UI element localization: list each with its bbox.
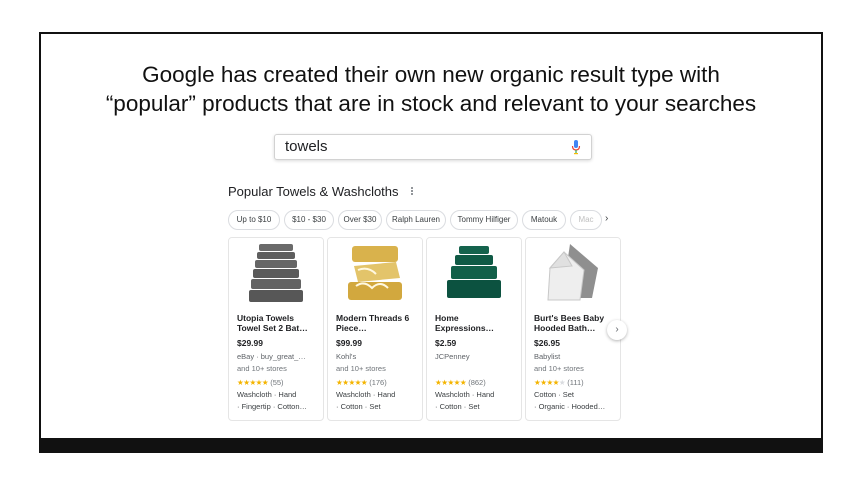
search-input[interactable]: towels <box>274 134 592 160</box>
product-image <box>328 238 422 308</box>
product-store: JCPenney <box>435 352 470 361</box>
product-title[interactable]: Modern Threads 6 Piece… <box>336 313 418 333</box>
chip-ralph-lauren[interactable]: Ralph Lauren <box>386 210 446 230</box>
product-image <box>427 238 521 308</box>
rating-count: (55) <box>270 378 284 387</box>
chip-tommy-hilfiger[interactable]: Tommy Hilfiger <box>450 210 518 230</box>
mic-icon[interactable] <box>571 139 581 155</box>
filter-chips: Up to $10 $10 - $30 Over $30 Ralph Laure… <box>228 210 618 230</box>
product-rating: ★★★★★ (111) <box>534 378 584 387</box>
search-query: towels <box>285 138 328 155</box>
chips-next-icon[interactable]: › <box>605 213 608 224</box>
rating-stars-icon: ★★★★★ <box>336 378 368 387</box>
chip-mac[interactable]: Mac <box>570 210 602 230</box>
product-price: $29.99 <box>237 338 263 348</box>
chip-over-30[interactable]: Over $30 <box>338 210 382 230</box>
rating-stars-icon: ★★★★★ <box>435 378 467 387</box>
product-rating: ★★★★★ (176) <box>336 378 387 387</box>
product-store: Kohl's <box>336 352 357 361</box>
product-title[interactable]: Utopia Towels Towel Set 2 Bat… <box>237 313 319 333</box>
product-title[interactable]: Home Expressions… <box>435 313 517 333</box>
slide-bottom-bar <box>39 438 823 453</box>
more-options-icon[interactable] <box>410 186 414 198</box>
product-card[interactable]: Modern Threads 6 Piece… $99.99 Kohl's an… <box>327 237 423 421</box>
rating-count: (176) <box>369 378 387 387</box>
product-price: $99.99 <box>336 338 362 348</box>
headline-line-2: “popular” products that are in stock and… <box>105 91 757 116</box>
product-store: Babylist <box>534 352 561 361</box>
product-rating: ★★★★★ (862) <box>435 378 486 387</box>
product-card[interactable]: Home Expressions… $2.59 JCPenney ★★★★★ (… <box>426 237 522 421</box>
product-tags: Washcloth · Hand <box>435 390 495 399</box>
slide-headline: Google has created their own new organic… <box>41 60 821 118</box>
product-tags: Washcloth · Hand <box>237 390 297 399</box>
chip-matouk[interactable]: Matouk <box>522 210 566 230</box>
rating-count: (862) <box>468 378 486 387</box>
product-card[interactable]: Utopia Towels Towel Set 2 Bat… $29.99 eB… <box>228 237 324 421</box>
headline-line-1: Google has created their own new organic… <box>142 62 720 87</box>
chip-up-to-10[interactable]: Up to $10 <box>228 210 280 230</box>
product-image <box>526 238 620 308</box>
product-more-stores: and 10+ stores <box>237 364 287 373</box>
product-price: $2.59 <box>435 338 457 348</box>
product-tags-more: · Cotton · Set <box>435 402 480 411</box>
module-title: Popular Towels & Washcloths <box>228 184 399 199</box>
product-tags: Cotton · Set <box>534 390 575 399</box>
chip-10-30[interactable]: $10 - $30 <box>284 210 334 230</box>
product-image <box>229 238 323 308</box>
carousel-next-button[interactable]: › <box>607 320 627 340</box>
rating-count: (111) <box>567 378 584 387</box>
product-title[interactable]: Burt's Bees Baby Hooded Bath… <box>534 313 616 333</box>
product-price: $26.95 <box>534 338 560 348</box>
product-rating: ★★★★★ (55) <box>237 378 284 387</box>
product-tags-more: · Cotton · Set <box>336 402 381 411</box>
rating-stars-icon: ★★★★★ <box>237 378 269 387</box>
rating-stars-icon: ★★★★★ <box>534 378 566 387</box>
product-more-stores: and 10+ stores <box>336 364 386 373</box>
product-more-stores: and 10+ stores <box>534 364 584 373</box>
product-tags-more: · Fingertip · Cotton… <box>237 402 308 411</box>
product-tags: Washcloth · Hand <box>336 390 396 399</box>
product-tags-more: · Organic · Hooded… <box>534 402 606 411</box>
product-store: eBay · buy_great_… <box>237 352 306 361</box>
